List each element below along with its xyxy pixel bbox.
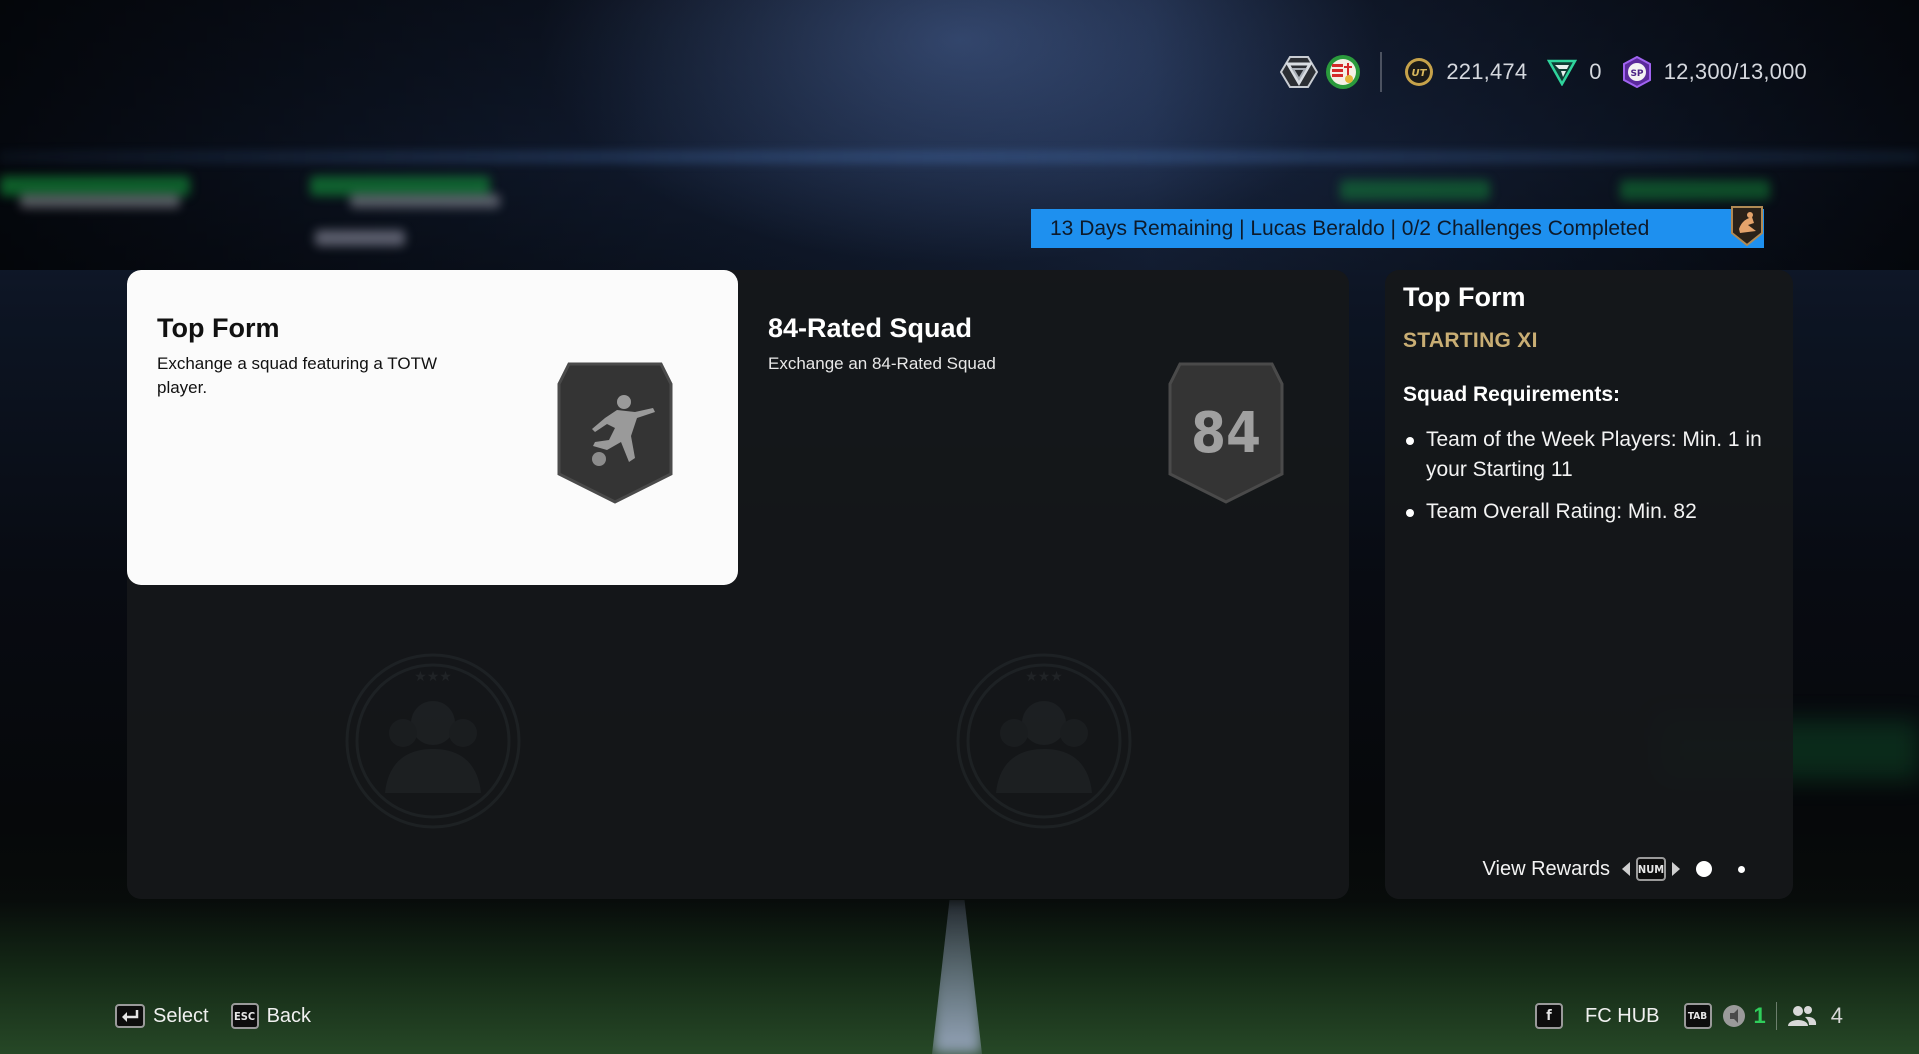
detail-title: Top Form bbox=[1403, 282, 1526, 312]
kicking-player-icon bbox=[557, 362, 673, 504]
esc-key-icon: ESC bbox=[230, 1003, 259, 1029]
fc-hub-button[interactable]: f FC HUB bbox=[1535, 1003, 1660, 1029]
empty-slot-emblem-icon: ★★★ bbox=[345, 653, 521, 829]
coins-balance: 221,474 bbox=[1446, 59, 1528, 84]
background-ad-board bbox=[0, 176, 190, 196]
tab-key-icon[interactable]: TAB bbox=[1683, 1003, 1712, 1029]
rating-badge-icon: 84 bbox=[1168, 362, 1284, 504]
coins-icon: UT bbox=[1400, 53, 1438, 91]
enter-key-icon bbox=[115, 1004, 145, 1028]
challenge-title: Top Form bbox=[157, 313, 280, 343]
f-key-icon: f bbox=[1535, 1003, 1564, 1029]
fc-hub-label: FC HUB bbox=[1585, 1004, 1660, 1027]
svg-text:★★★: ★★★ bbox=[414, 668, 452, 684]
requirement-item: Team Overall Rating: Min. 82 bbox=[1403, 497, 1773, 527]
background-stand-band bbox=[0, 150, 1919, 164]
friends-online-count: 4 bbox=[1830, 1003, 1843, 1028]
background-ad-board bbox=[1340, 180, 1490, 200]
background-ad-board bbox=[315, 230, 405, 246]
banner-text: 13 Days Remaining | Lucas Beraldo | 0/2 … bbox=[1050, 216, 1650, 240]
challenge-grid-panel: ★★★ ★★★ Top Form Exchange a squad featur… bbox=[127, 270, 1349, 899]
bullet-icon bbox=[1406, 509, 1414, 517]
requirements-heading: Squad Requirements: bbox=[1403, 383, 1621, 406]
chevron-left-icon[interactable] bbox=[1622, 862, 1630, 876]
empty-slot-emblem-icon: ★★★ bbox=[956, 653, 1132, 829]
challenge-description: Exchange a squad featuring a TOTW player… bbox=[157, 354, 438, 397]
requirement-item: Team of the Week Players: Min. 1 in your… bbox=[1403, 425, 1773, 485]
notifications-icon[interactable] bbox=[1722, 1004, 1746, 1028]
challenge-detail-panel: Top Form STARTING XI Squad Requirements:… bbox=[1385, 270, 1793, 899]
svg-text:UT: UT bbox=[1412, 68, 1428, 79]
svg-text:★★★: ★★★ bbox=[1025, 668, 1063, 684]
page-indicator-active[interactable] bbox=[1696, 861, 1712, 877]
challenge-description: Exchange an 84-Rated Squad bbox=[768, 354, 996, 373]
bullet-icon bbox=[1406, 437, 1414, 445]
player-reward-badge-icon[interactable] bbox=[1730, 203, 1764, 247]
background-ad-board bbox=[310, 176, 490, 196]
back-button[interactable]: ESC Back bbox=[230, 1003, 312, 1029]
requirement-text: Team Overall Rating: Min. 82 bbox=[1426, 500, 1697, 523]
view-rewards-label[interactable]: View Rewards bbox=[1483, 858, 1610, 881]
view-rewards-control[interactable]: View Rewards NUM bbox=[1483, 857, 1745, 881]
season-rank-icon[interactable] bbox=[1280, 53, 1319, 91]
season-points-icon: SP bbox=[1618, 53, 1656, 91]
challenge-card-top-form[interactable]: Top Form Exchange a squad featuring a TO… bbox=[127, 270, 738, 585]
friends-icon[interactable] bbox=[1787, 1004, 1817, 1028]
notifications-count: 1 bbox=[1753, 1003, 1766, 1028]
detail-subtitle: STARTING XI bbox=[1403, 329, 1538, 352]
season-points-progress: 12,300/13,000 bbox=[1663, 59, 1807, 84]
club-badge-icon[interactable] bbox=[1324, 53, 1362, 91]
background-ad-board bbox=[1620, 180, 1770, 200]
select-button[interactable]: Select bbox=[115, 1004, 209, 1028]
requirement-text: Team of the Week Players: Min. 1 in your… bbox=[1426, 428, 1762, 481]
challenge-card-84-rated-squad[interactable]: 84-Rated Squad Exchange an 84-Rated Squa… bbox=[738, 270, 1349, 585]
objective-progress-banner: 13 Days Remaining | Lucas Beraldo | 0/2 … bbox=[1031, 209, 1764, 248]
fc-points-icon bbox=[1543, 53, 1581, 91]
num-key-hint: NUM bbox=[1636, 857, 1666, 881]
challenge-title: 84-Rated Squad bbox=[768, 313, 973, 343]
footer-controls-left: Select ESC Back bbox=[115, 1001, 333, 1031]
back-label: Back bbox=[266, 1004, 312, 1027]
background-ad-board bbox=[20, 194, 180, 208]
header-divider bbox=[1380, 52, 1383, 92]
page-indicator[interactable] bbox=[1738, 865, 1745, 873]
svg-text:SP: SP bbox=[1630, 69, 1643, 79]
fc-points-balance: 0 bbox=[1589, 59, 1602, 84]
background-ad-board bbox=[350, 194, 500, 208]
currency-bar: UT 221,474 0 SP 12,300/13,000 bbox=[1280, 52, 1807, 92]
requirements-list: Team of the Week Players: Min. 1 in your… bbox=[1403, 425, 1773, 539]
select-label: Select bbox=[153, 1004, 209, 1027]
svg-text:84: 84 bbox=[1191, 401, 1261, 466]
footer-divider bbox=[1775, 1002, 1777, 1030]
footer-controls-right: f FC HUB TAB 1 4 bbox=[1535, 1001, 1843, 1031]
chevron-right-icon[interactable] bbox=[1672, 862, 1680, 876]
